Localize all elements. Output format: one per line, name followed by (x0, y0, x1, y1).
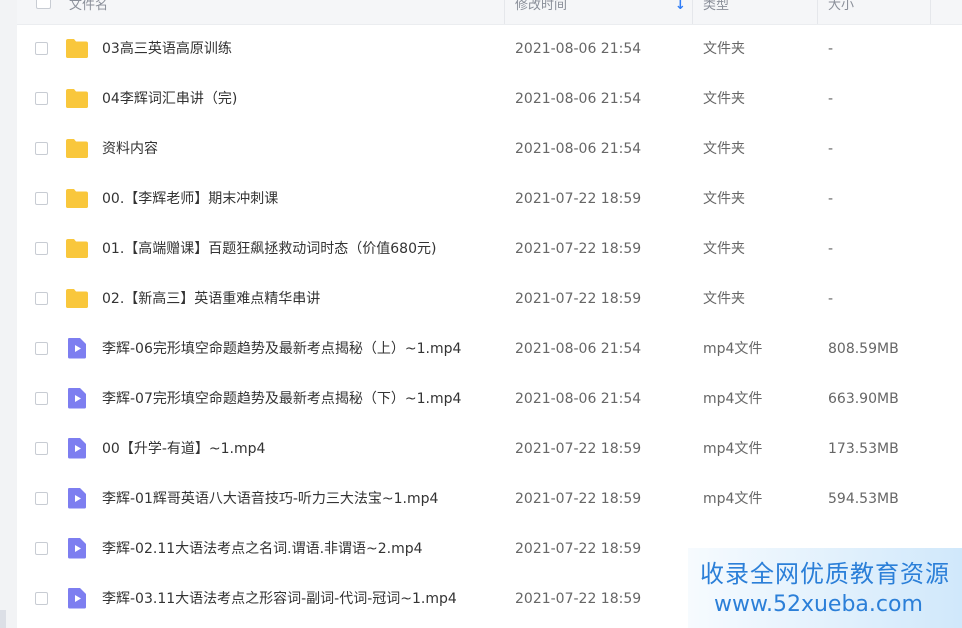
file-name[interactable]: 00【升学-有道】~1.mp4 (102, 424, 265, 474)
folder-icon (65, 187, 89, 209)
row-checkbox[interactable] (35, 192, 48, 205)
column-header-name[interactable]: 文件名 (69, 0, 108, 18)
file-name[interactable]: 03高三英语高原训练 (102, 24, 232, 74)
file-type: mp4文件 (703, 341, 763, 357)
file-name[interactable]: 李辉-06完形填空命题趋势及最新考点揭秘（上）~1.mp4 (102, 324, 461, 374)
file-size: - (828, 141, 834, 157)
file-modified: 2021-07-22 18:59 (515, 291, 642, 307)
select-all-checkbox[interactable] (36, 0, 51, 9)
folder-icon (65, 287, 89, 309)
row-checkbox[interactable] (35, 92, 48, 105)
file-size: - (828, 241, 834, 257)
column-header-size[interactable]: 大小 (828, 0, 854, 18)
file-row[interactable]: 00.【李辉老师】期末冲刺课 2021-07-22 18:59 文件夹 - (17, 174, 962, 224)
row-checkbox[interactable] (35, 142, 48, 155)
file-row[interactable]: 李辉-07完形填空命题趋势及最新考点揭秘（下）~1.mp4 2021-08-06 … (17, 374, 962, 424)
file-name[interactable]: 04李辉词汇串讲（完) (102, 74, 237, 124)
row-checkbox[interactable] (35, 42, 48, 55)
file-row[interactable]: 03高三英语高原训练 2021-08-06 21:54 文件夹 - (17, 24, 962, 74)
file-size: 594.53MB (828, 491, 899, 507)
folder-icon (65, 137, 89, 159)
file-type: 文件夹 (703, 191, 745, 207)
column-divider (692, 0, 693, 24)
column-divider (930, 0, 931, 24)
file-modified: 2021-08-06 21:54 (515, 391, 642, 407)
file-row[interactable]: 李辉-06完形填空命题趋势及最新考点揭秘（上）~1.mp4 2021-08-06 … (17, 324, 962, 374)
file-name[interactable]: 李辉-01辉哥英语八大语音技巧-听力三大法宝~1.mp4 (102, 474, 438, 524)
file-modified: 2021-07-22 18:59 (515, 441, 642, 457)
resize-handle[interactable] (0, 610, 6, 628)
row-checkbox[interactable] (35, 492, 48, 505)
video-file-icon (65, 587, 89, 609)
file-type: 文件夹 (703, 241, 745, 257)
file-name[interactable]: 02.【新高三】英语重难点精华串讲 (102, 274, 320, 324)
file-name[interactable]: 李辉-02.11大语法考点之名词.谓语.非谓语~2.mp4 (102, 524, 423, 574)
file-modified: 2021-08-06 21:54 (515, 341, 642, 357)
file-size: - (828, 41, 834, 57)
row-checkbox[interactable] (35, 342, 48, 355)
file-row[interactable]: 资料内容 2021-08-06 21:54 文件夹 - (17, 124, 962, 174)
sort-descending-icon[interactable]: ↓ (675, 0, 686, 18)
file-size: - (828, 191, 834, 207)
file-name[interactable]: 李辉-07完形填空命题趋势及最新考点揭秘（下）~1.mp4 (102, 374, 461, 424)
folder-icon (65, 237, 89, 259)
file-modified: 2021-07-22 18:59 (515, 491, 642, 507)
file-type: 文件夹 (703, 291, 745, 307)
file-row[interactable]: 00【升学-有道】~1.mp4 2021-07-22 18:59 mp4文件 173.… (17, 424, 962, 474)
file-modified: 2021-07-22 18:59 (515, 241, 642, 257)
file-type: 文件夹 (703, 141, 745, 157)
file-type: 文件夹 (703, 91, 745, 107)
video-file-icon (65, 337, 89, 359)
file-size: 173.53MB (828, 441, 899, 457)
file-modified: 2021-07-22 18:59 (515, 191, 642, 207)
file-name[interactable]: 资料内容 (102, 124, 158, 174)
folder-icon (65, 37, 89, 59)
column-divider (817, 0, 818, 24)
column-header-modified[interactable]: 修改时间 (515, 0, 567, 18)
row-checkbox[interactable] (35, 242, 48, 255)
file-list: 03高三英语高原训练 2021-08-06 21:54 文件夹 -04李辉词汇串讲（完… (17, 24, 962, 624)
row-checkbox[interactable] (35, 292, 48, 305)
watermark-url: www.52xueba.com (714, 592, 923, 617)
file-modified: 2021-08-06 21:54 (515, 41, 642, 57)
file-row[interactable]: 01.【高端赠课】百题狂飙拯救动词时态（价值680元) 2021-07-22 18… (17, 224, 962, 274)
file-modified: 2021-07-22 18:59 (515, 591, 642, 607)
file-name[interactable]: 01.【高端赠课】百题狂飙拯救动词时态（价值680元) (102, 224, 436, 274)
file-row[interactable]: 李辉-01辉哥英语八大语音技巧-听力三大法宝~1.mp4 2021-07-22 1… (17, 474, 962, 524)
file-name[interactable]: 00.【李辉老师】期末冲刺课 (102, 174, 278, 224)
file-type: mp4文件 (703, 391, 763, 407)
watermark-slogan: 收录全网优质教育资源 (700, 560, 950, 588)
left-panel-edge (0, 0, 17, 628)
file-modified: 2021-08-06 21:54 (515, 91, 642, 107)
file-size: - (828, 91, 834, 107)
folder-icon (65, 87, 89, 109)
file-type: mp4文件 (703, 441, 763, 457)
file-modified: 2021-07-22 18:59 (515, 541, 642, 557)
file-list-header: 文件名 修改时间 ↓ 类型 大小 (17, 0, 962, 25)
file-size: - (828, 291, 834, 307)
column-divider (504, 0, 505, 24)
row-checkbox[interactable] (35, 592, 48, 605)
video-file-icon (65, 487, 89, 509)
file-size: 808.59MB (828, 341, 899, 357)
column-header-type[interactable]: 类型 (703, 0, 729, 18)
video-file-icon (65, 537, 89, 559)
file-row[interactable]: 04李辉词汇串讲（完) 2021-08-06 21:54 文件夹 - (17, 74, 962, 124)
file-type: 文件夹 (703, 41, 745, 57)
file-size: 663.90MB (828, 391, 899, 407)
file-name[interactable]: 李辉-03.11大语法考点之形容词-副词-代词-冠词~1.mp4 (102, 574, 457, 624)
file-type: mp4文件 (703, 491, 763, 507)
file-row[interactable]: 02.【新高三】英语重难点精华串讲 2021-07-22 18:59 文件夹 - (17, 274, 962, 324)
row-checkbox[interactable] (35, 442, 48, 455)
video-file-icon (65, 387, 89, 409)
file-modified: 2021-08-06 21:54 (515, 141, 642, 157)
row-checkbox[interactable] (35, 392, 48, 405)
row-checkbox[interactable] (35, 542, 48, 555)
watermark-banner: 收录全网优质教育资源 www.52xueba.com (688, 548, 962, 628)
video-file-icon (65, 437, 89, 459)
